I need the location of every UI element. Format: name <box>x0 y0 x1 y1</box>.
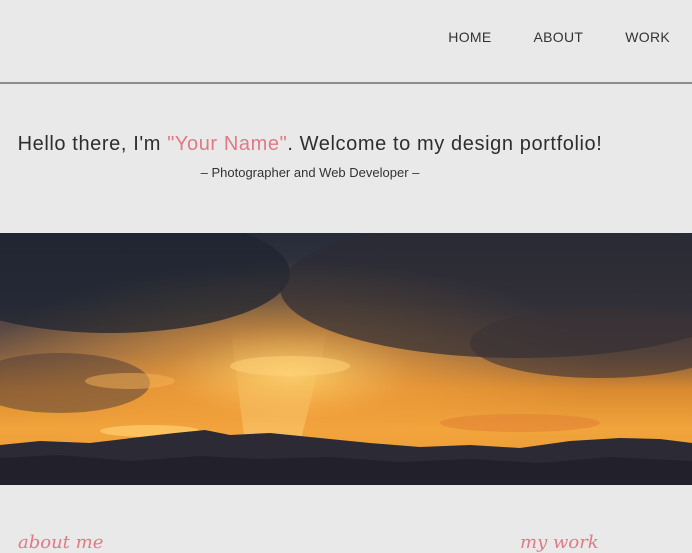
sunset-mountains-photo <box>0 233 692 485</box>
main-nav: HOME ABOUT WORK <box>406 29 670 45</box>
nav-work[interactable]: WORK <box>625 29 670 45</box>
hero-intro: Hello there, I'm "Your Name". Welcome to… <box>0 133 620 180</box>
your-name: "Your Name" <box>167 133 288 155</box>
sunset-banner-image <box>0 233 692 485</box>
greeting-suffix: . Welcome to my design portfolio! <box>287 133 603 155</box>
hero-headline: Hello there, I'm "Your Name". Welcome to… <box>0 133 620 156</box>
site-header: HOME ABOUT WORK <box>0 0 692 84</box>
work-heading: my work <box>520 532 599 553</box>
hero-tagline: – Photographer and Web Developer – <box>200 165 420 180</box>
nav-about[interactable]: ABOUT <box>534 29 584 45</box>
about-heading: about me <box>18 532 104 553</box>
nav-home[interactable]: HOME <box>448 29 491 45</box>
greeting-prefix: Hello there, I'm <box>17 133 168 155</box>
